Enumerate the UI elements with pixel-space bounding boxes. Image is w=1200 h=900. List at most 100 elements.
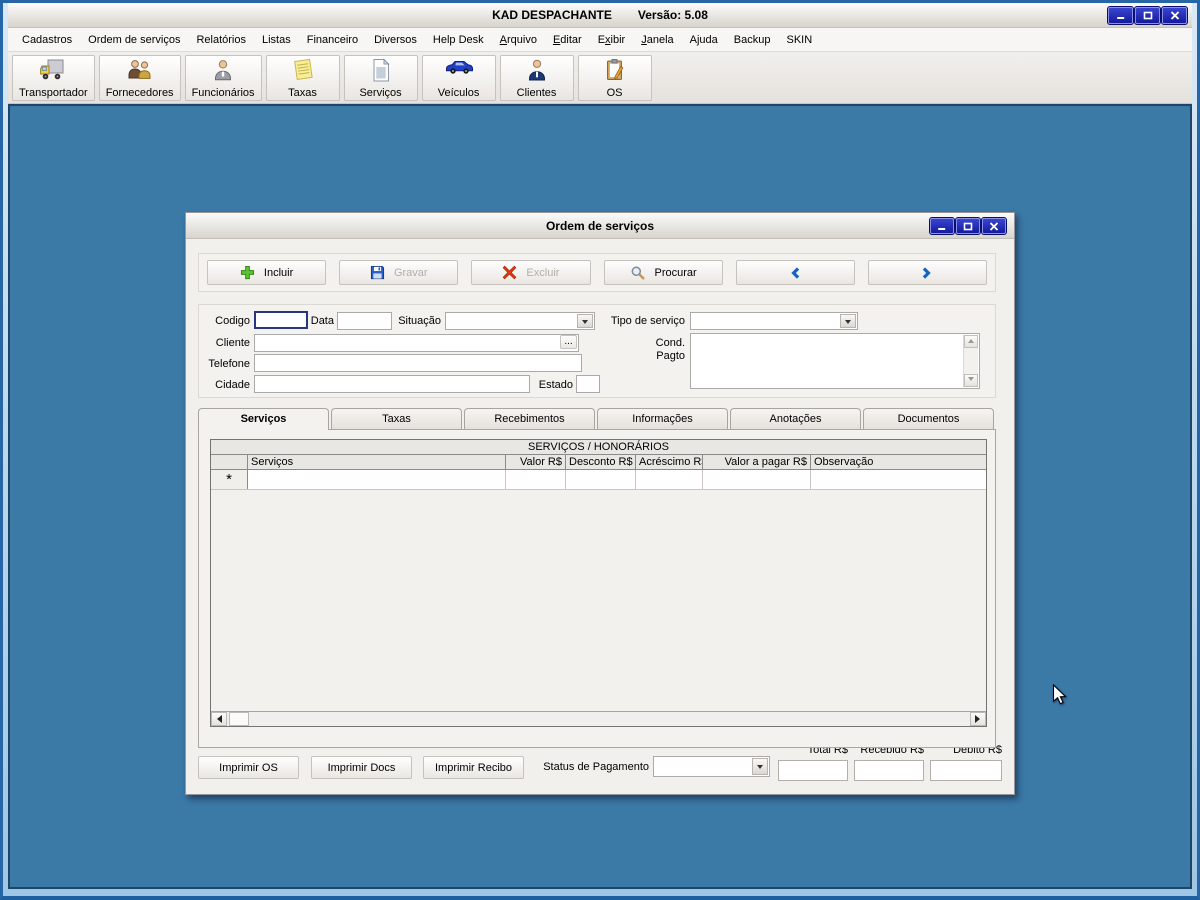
grid-cell[interactable]	[566, 470, 636, 489]
toolbar-button-taxas[interactable]: Taxas	[266, 55, 340, 101]
menu-item-backup[interactable]: Backup	[726, 34, 779, 46]
cliente-input[interactable]	[254, 334, 579, 352]
cliente-browse-button[interactable]: ...	[560, 335, 577, 349]
situacao-select[interactable]	[445, 312, 595, 330]
close-button[interactable]	[1162, 7, 1187, 24]
scrollbar-thumb[interactable]	[229, 712, 249, 726]
cond-pagto-scrollbar[interactable]	[963, 335, 978, 387]
next-button[interactable]	[868, 260, 987, 285]
toolbar-button-fornecedores[interactable]: Fornecedores	[99, 55, 181, 101]
tab-strip: ServiçosTaxasRecebimentosInformaçõesAnot…	[198, 408, 996, 429]
situacao-dropdown-button[interactable]	[577, 314, 593, 328]
minimize-button[interactable]	[1108, 7, 1133, 24]
cond-pagto-textarea[interactable]	[690, 333, 980, 389]
toolbar-button-veiculos[interactable]: Veículos	[422, 55, 496, 101]
grid-new-row[interactable]: *	[211, 470, 986, 490]
main-titlebar: KAD DESPACHANTE Versão: 5.08	[8, 3, 1192, 28]
notepad-icon	[291, 58, 315, 82]
recebido-r-field[interactable]	[854, 760, 924, 781]
grid-column-header-servicos[interactable]: Serviços	[248, 455, 506, 469]
minimize-icon	[937, 222, 947, 231]
grid-cell[interactable]	[636, 470, 703, 489]
app-title: KAD DESPACHANTE	[492, 8, 612, 22]
total-r-field[interactable]	[778, 760, 848, 781]
menu-item-help-desk[interactable]: Help Desk	[425, 34, 492, 46]
dialog-close-button[interactable]	[982, 218, 1006, 234]
scroll-right-button[interactable]	[970, 712, 986, 726]
menu-item-relatorios[interactable]: Relatórios	[188, 34, 254, 46]
tab-anotacoes[interactable]: Anotações	[730, 408, 861, 429]
main-window-controls	[1108, 7, 1187, 24]
scroll-up-button[interactable]	[964, 335, 978, 348]
grid-selector-column-header[interactable]	[211, 455, 248, 469]
grid-cell[interactable]	[248, 470, 506, 489]
menu-item-cadastros[interactable]: Cadastros	[14, 34, 80, 46]
imprimir-recibo-button[interactable]: Imprimir Recibo	[423, 756, 524, 779]
tab-servicos[interactable]: Serviços	[198, 408, 329, 430]
status-pagamento-select[interactable]	[653, 756, 770, 777]
telefone-input[interactable]	[254, 354, 582, 372]
menu-item-exibir[interactable]: Exibir	[590, 34, 634, 46]
menu-item-editar[interactable]: Editar	[545, 34, 590, 46]
cidade-input[interactable]	[254, 375, 530, 393]
dialog-maximize-button[interactable]	[956, 218, 980, 234]
tab-documentos[interactable]: Documentos	[863, 408, 994, 429]
grid-column-header-acrescimo-r[interactable]: Acréscimo R$	[636, 455, 703, 469]
grid-column-header-desconto-r[interactable]: Desconto R$	[566, 455, 636, 469]
grid-cell[interactable]	[506, 470, 566, 489]
scroll-left-button[interactable]	[211, 712, 227, 726]
grid-cell[interactable]	[703, 470, 811, 489]
menu-item-ajuda[interactable]: Ajuda	[682, 34, 726, 46]
menu-item-janela[interactable]: Janela	[633, 34, 681, 46]
new-row-marker-cell[interactable]: *	[211, 470, 248, 489]
dialog-minimize-button[interactable]	[930, 218, 954, 234]
maximize-button[interactable]	[1135, 7, 1160, 24]
previous-button[interactable]	[736, 260, 855, 285]
gravar-button[interactable]: Gravar	[339, 260, 458, 285]
menu-item-arquivo[interactable]: Arquivo	[492, 34, 545, 46]
imprimir-docs-button[interactable]: Imprimir Docs	[311, 756, 412, 779]
toolbar-button-servicos[interactable]: Serviços	[344, 55, 418, 101]
record-actions-toolbar: Incluir Gravar Excluir Procurar	[198, 253, 996, 292]
menu-item-diversos[interactable]: Diversos	[366, 34, 425, 46]
status-dropdown-button[interactable]	[752, 758, 768, 775]
grid-column-header-valor-r[interactable]: Valor R$	[506, 455, 566, 469]
tab-taxas[interactable]: Taxas	[331, 408, 462, 429]
menu-item-ordem-de-servicos[interactable]: Ordem de serviços	[80, 34, 188, 46]
dialog-titlebar[interactable]: Ordem de serviços	[186, 213, 1014, 239]
grid-header-row: ServiçosValor R$Desconto R$Acréscimo R$V…	[211, 455, 986, 470]
grid-column-header-valor-a-pagar-r[interactable]: Valor a pagar R$	[703, 455, 811, 469]
toolbar-button-os[interactable]: OS	[578, 55, 652, 101]
tab-informacoes[interactable]: Informações	[597, 408, 728, 429]
tab-recebimentos[interactable]: Recebimentos	[464, 408, 595, 429]
cliente-label: Cliente	[201, 337, 250, 350]
imprimir-os-button[interactable]: Imprimir OS	[198, 756, 299, 779]
client-icon	[525, 58, 549, 82]
toolbar-button-transportador[interactable]: Transportador	[12, 55, 95, 101]
codigo-input[interactable]	[254, 311, 308, 329]
data-input[interactable]	[337, 312, 392, 330]
servicos-grid[interactable]: SERVIÇOS / HONORÁRIOS ServiçosValor R$De…	[210, 439, 987, 727]
procurar-button[interactable]: Procurar	[604, 260, 723, 285]
tipo-servico-select[interactable]	[690, 312, 858, 330]
grid-horizontal-scrollbar[interactable]	[211, 711, 986, 726]
cond-pagto-label: Cond. Pagto	[627, 337, 685, 350]
menu-item-financeiro[interactable]: Financeiro	[299, 34, 366, 46]
debito-r-field[interactable]	[930, 760, 1002, 781]
toolbar-button-funcionarios[interactable]: Funcionários	[185, 55, 262, 101]
scrollbar-track[interactable]	[249, 712, 970, 726]
menu-item-listas[interactable]: Listas	[254, 34, 299, 46]
incluir-button[interactable]: Incluir	[207, 260, 326, 285]
car-icon	[444, 58, 474, 75]
arrow-left-icon	[213, 715, 222, 723]
main-toolbar: TransportadorFornecedoresFuncionáriosTax…	[8, 52, 1192, 104]
excluir-button[interactable]: Excluir	[471, 260, 590, 285]
scroll-down-button[interactable]	[964, 374, 978, 387]
tipo-servico-dropdown-button[interactable]	[840, 314, 856, 328]
estado-input[interactable]	[576, 375, 600, 393]
grid-cell[interactable]	[811, 470, 987, 489]
menu-item-skin[interactable]: SKIN	[778, 34, 820, 46]
grid-column-header-observacao[interactable]: Observação	[811, 455, 987, 469]
toolbar-button-clientes[interactable]: Clientes	[500, 55, 574, 101]
minimize-icon	[1116, 11, 1126, 20]
